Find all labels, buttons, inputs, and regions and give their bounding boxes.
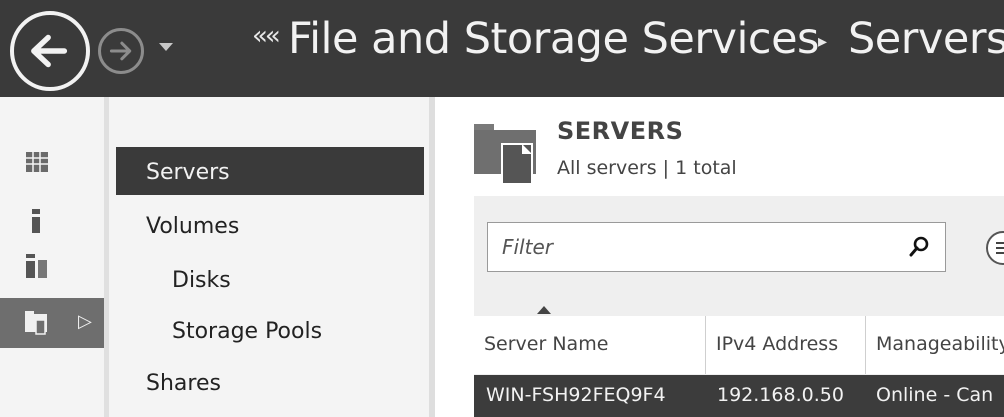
nav-item-storage-pools[interactable]: Storage Pools <box>172 319 322 344</box>
sort-ascending-icon <box>537 306 551 314</box>
nav-item-shares[interactable]: Shares <box>146 371 221 396</box>
all-servers-icon[interactable] <box>22 250 66 280</box>
column-header-manageability[interactable]: Manageability <box>866 316 1004 374</box>
column-header-server-name[interactable]: Server Name <box>474 316 706 374</box>
tile-title: SERVERS <box>557 117 684 145</box>
file-storage-icon[interactable] <box>22 308 66 338</box>
breadcrumb-parent[interactable]: File and Storage Services <box>288 14 819 64</box>
nav-item-disks[interactable]: Disks <box>172 268 231 293</box>
dashboard-icon[interactable] <box>22 148 66 178</box>
forward-arrow-icon <box>109 41 132 61</box>
column-header-ipv4[interactable]: IPv4 Address <box>706 316 866 374</box>
breadcrumb-overflow-icon[interactable]: «« <box>252 21 281 51</box>
view-options-button[interactable] <box>986 231 1004 265</box>
servers-folder-icon <box>474 124 536 185</box>
breadcrumb-separator-icon[interactable]: ▸ <box>818 31 827 52</box>
local-server-icon[interactable] <box>22 205 66 235</box>
cell-server-name: WIN-FSH92FEQ9F4 <box>486 384 666 406</box>
search-icon[interactable] <box>907 235 931 259</box>
back-arrow-icon <box>31 34 68 68</box>
filter-input[interactable]: Filter <box>487 222 946 272</box>
nav-item-volumes[interactable]: Volumes <box>146 214 239 239</box>
column-header-label: Server Name <box>484 333 609 355</box>
back-button[interactable] <box>10 11 90 91</box>
breadcrumb-current[interactable]: Servers <box>848 14 1004 64</box>
tile-subtitle: All servers | 1 total <box>557 157 737 179</box>
navigation-pane <box>109 97 429 417</box>
forward-button[interactable] <box>98 28 144 74</box>
rail-expand-arrow-icon[interactable]: ▷ <box>78 311 92 332</box>
filter-placeholder: Filter <box>502 235 553 259</box>
history-dropdown-icon[interactable] <box>158 40 174 54</box>
nav-item-servers[interactable]: Servers <box>146 160 230 185</box>
column-header-label: Manageability <box>876 333 1004 355</box>
cell-manageability: Online - Can <box>876 384 994 406</box>
column-header-label: IPv4 Address <box>716 333 839 355</box>
list-options-icon <box>996 242 1004 254</box>
cell-ipv4: 192.168.0.50 <box>717 384 844 406</box>
title-bar: «« File and Storage Services ▸ Servers <box>0 0 1004 97</box>
table-row[interactable]: WIN-FSH92FEQ9F4 192.168.0.50 Online - Ca… <box>474 375 1004 417</box>
